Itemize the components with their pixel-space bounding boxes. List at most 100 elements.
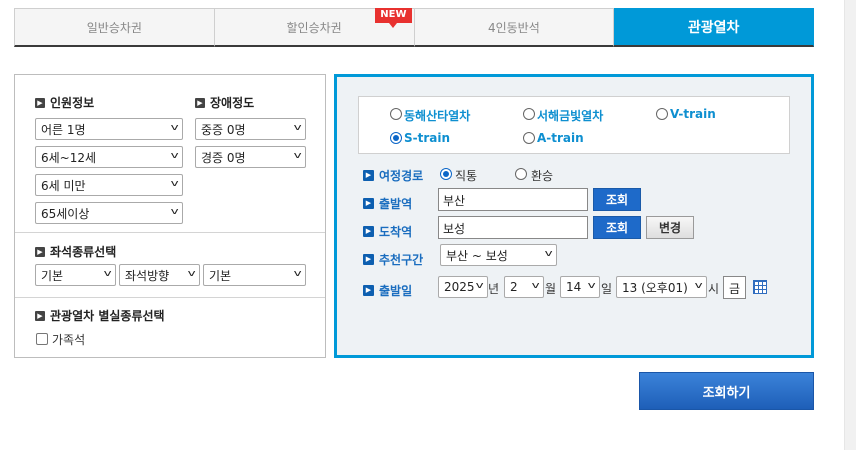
chevron-down-icon: v	[187, 269, 196, 279]
arrival-station-input[interactable]: 보성	[438, 216, 588, 239]
section-label: 인원정보	[50, 96, 95, 110]
train-label: 서해금빛열차	[537, 109, 604, 123]
hour-unit: 시	[708, 282, 720, 296]
transfer-route-label: 환승	[531, 169, 554, 183]
train-radio-donghae[interactable]	[390, 108, 402, 120]
select-value: 65세이상	[41, 206, 90, 221]
chevron-down-icon: v	[170, 151, 179, 161]
swap-stations-button[interactable]: 변경	[646, 216, 694, 239]
arrow-right-icon: ▶	[363, 254, 374, 265]
passenger-info-title: ▶ 인원정보	[35, 94, 94, 111]
chevron-down-icon: v	[531, 281, 540, 291]
row-label-text: 여정경로	[379, 169, 424, 183]
tab-regular-ticket[interactable]: 일반승차권	[14, 8, 215, 47]
select-value: 2	[510, 280, 518, 294]
day-select[interactable]: 14 v	[560, 276, 600, 298]
direct-route-label: 직통	[455, 169, 478, 183]
train-label: S-train	[404, 131, 451, 145]
departure-station-input[interactable]: 부산	[438, 188, 588, 211]
departure-date-label: ▶ 출발일	[363, 282, 412, 299]
select-value: 기본	[41, 268, 64, 283]
row-label-text: 도착역	[379, 225, 413, 239]
chevron-down-icon: v	[694, 281, 703, 291]
family-seat-label: 가족석	[52, 333, 86, 347]
select-value: 중증 0명	[201, 122, 246, 137]
row-label-text: 추천구간	[379, 253, 424, 267]
train-radio-v-train[interactable]	[656, 108, 668, 120]
chevron-down-icon: v	[544, 249, 553, 259]
transfer-route-radio[interactable]	[515, 168, 527, 180]
tab-tourist-train[interactable]: 관광열차	[614, 8, 814, 47]
arrow-right-icon: ▶	[35, 97, 45, 108]
train-label: V-train	[670, 107, 716, 121]
year-select[interactable]: 2025 v	[438, 276, 488, 298]
month-unit: 월	[545, 282, 557, 296]
select-value: 부산 ~ 보성	[446, 248, 508, 263]
arrival-lookup-button[interactable]: 조회	[593, 216, 641, 239]
family-seat-checkbox[interactable]	[36, 333, 48, 345]
mild-disability-select[interactable]: 경증 0명 v	[195, 146, 306, 168]
calendar-icon[interactable]	[753, 280, 767, 294]
arrow-right-icon: ▶	[35, 246, 45, 257]
select-value: 좌석방향	[125, 268, 170, 283]
divider	[15, 297, 325, 298]
trip-route-label: ▶ 여정경로	[363, 167, 423, 184]
train-label: A-train	[537, 131, 584, 145]
select-value: 어른 1명	[41, 122, 86, 137]
disability-title: ▶ 장애정도	[195, 94, 254, 111]
scrollbar[interactable]	[844, 0, 856, 450]
select-value: 2025	[444, 280, 475, 294]
arrow-right-icon: ▶	[363, 170, 374, 181]
seat-position-select[interactable]: 기본 v	[203, 264, 306, 286]
infant-count-select[interactable]: 6세 미만 v	[35, 174, 183, 196]
seat-type-select[interactable]: 기본 v	[35, 264, 116, 286]
arrow-right-icon: ▶	[195, 97, 205, 108]
ticket-tabs: 일반승차권 할인승차권 NEW 4인동반석 관광열차	[14, 8, 814, 47]
section-label: 관광열차 별실종류선택	[50, 309, 165, 323]
recommended-route-label: ▶ 추천구간	[363, 251, 423, 268]
chevron-down-icon: v	[170, 207, 179, 217]
section-label: 장애정도	[210, 96, 255, 110]
departure-station-label: ▶ 출발역	[363, 195, 412, 212]
tab-label: 4인동반석	[487, 20, 540, 35]
select-value: 6세 미만	[41, 178, 86, 193]
train-radio-seohae[interactable]	[523, 108, 535, 120]
severe-disability-select[interactable]: 중증 0명 v	[195, 118, 306, 140]
hour-select[interactable]: 13 (오후01) v	[616, 276, 707, 298]
chevron-down-icon: v	[293, 151, 302, 161]
tab-label: 할인승차권	[286, 20, 342, 35]
chevron-down-icon: v	[293, 123, 302, 133]
chevron-down-icon: v	[475, 281, 484, 291]
train-radio-a-train[interactable]	[523, 132, 535, 144]
senior-count-select[interactable]: 65세이상 v	[35, 202, 183, 224]
adult-count-select[interactable]: 어른 1명 v	[35, 118, 183, 140]
tab-label: 일반승차권	[86, 20, 142, 35]
train-radio-s-train[interactable]	[390, 132, 402, 144]
tab-four-person-seat[interactable]: 4인동반석	[414, 8, 615, 47]
child-count-select[interactable]: 6세~12세 v	[35, 146, 183, 168]
select-value: 13 (오후01)	[622, 280, 688, 295]
train-selection-box: 동해산타열차 서해금빛열차 V-train S-train A-train	[358, 96, 790, 154]
tab-label: 관광열차	[687, 20, 740, 36]
chevron-down-icon: v	[103, 269, 112, 279]
recommended-route-select[interactable]: 부산 ~ 보성 v	[440, 244, 557, 266]
month-select[interactable]: 2v	[504, 276, 544, 298]
chevron-down-icon: v	[587, 281, 596, 291]
select-value: 14	[566, 280, 582, 294]
tourist-train-panel: 동해산타열차 서해금빛열차 V-train S-train A-train ▶ 여…	[334, 74, 814, 358]
arrow-right-icon: ▶	[363, 226, 374, 237]
row-label-text: 출발역	[379, 197, 413, 211]
departure-lookup-button[interactable]: 조회	[593, 188, 641, 211]
chevron-down-icon: v	[170, 179, 179, 189]
weekday-field: 금	[723, 276, 746, 299]
tab-discount-ticket[interactable]: 할인승차권 NEW	[214, 8, 415, 47]
search-button[interactable]: 조회하기	[639, 372, 814, 410]
chevron-down-icon: v	[170, 123, 179, 133]
chevron-down-icon: v	[293, 269, 302, 279]
train-label: 동해산타열차	[404, 109, 471, 123]
seat-direction-select[interactable]: 좌석방향 v	[119, 264, 200, 286]
direct-route-radio[interactable]	[440, 168, 452, 180]
row-label-text: 출발일	[379, 284, 413, 298]
arrow-right-icon: ▶	[363, 285, 374, 296]
passenger-options-panel: ▶ 인원정보 ▶ 장애정도 어른 1명 v 6세~12세 v 6세 미만 v 65세이상 v…	[14, 74, 326, 358]
